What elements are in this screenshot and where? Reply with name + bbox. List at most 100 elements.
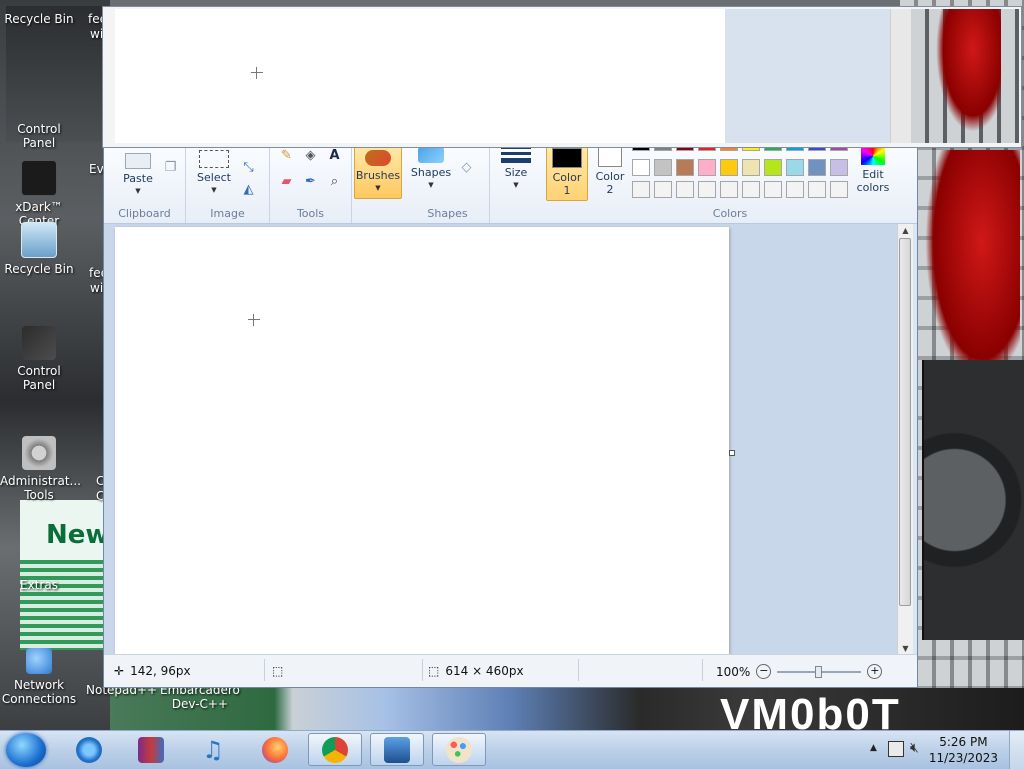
palette-swatch[interactable] (764, 159, 782, 176)
rotate-icon[interactable]: ◭ (238, 179, 259, 200)
zoom-out-icon[interactable]: − (756, 664, 772, 679)
shapes-label: Shapes (410, 166, 452, 179)
canvas-size-icon: ⬚ (428, 664, 440, 678)
preview-scrollbar (890, 9, 911, 143)
paint-window: Paste ▼ ❐ Clipboard Select ▼ ⤡ ◭ Image ✎… (103, 144, 918, 688)
palette-swatch[interactable] (808, 159, 826, 176)
fill-shape-icon[interactable]: ◇ (456, 157, 477, 178)
start-button[interactable] (6, 733, 46, 767)
volume-muted-icon[interactable]: 🔇︎ (910, 740, 919, 756)
scrollbar-thumb[interactable] (899, 238, 911, 606)
desktop-icon-xdark-center[interactable]: xDark™ Center (0, 160, 78, 228)
custom-color-slot[interactable] (742, 181, 760, 198)
palette-swatch[interactable] (742, 159, 760, 176)
system-tray: ▲ 🔇︎ 5:26 PM 11/23/2023 (864, 731, 1024, 769)
taskbar-chrome[interactable] (308, 733, 362, 766)
wallpaper-red-figure (925, 150, 1020, 380)
desktop-icon-administrative-tools[interactable]: Administrat... Tools (0, 436, 81, 502)
size-label: Size (504, 166, 528, 179)
text-icon[interactable]: A (324, 145, 345, 166)
taskbar-music[interactable]: ♫ (186, 733, 240, 766)
colors-group: Color 1 Color 2 Edit colors Colors (544, 145, 916, 223)
palette-swatch[interactable] (632, 159, 650, 176)
custom-color-slot[interactable] (632, 181, 650, 198)
desktop-icon-control-panel[interactable]: Control Panel (0, 326, 78, 392)
eraser-icon[interactable]: ▰ (276, 171, 297, 192)
color1-button[interactable]: Color 1 (546, 145, 588, 201)
custom-color-slot[interactable] (654, 181, 672, 198)
desktop-icon-recycle-bin[interactable]: Recycle Bin (0, 222, 78, 276)
custom-color-slot[interactable] (764, 181, 782, 198)
brush-icon (365, 150, 391, 166)
canvas-workspace (104, 224, 903, 656)
custom-color-slot[interactable] (830, 181, 848, 198)
desktop-icon-network-connections[interactable]: Network Connections (0, 648, 78, 706)
partial-icon-label: Ev (89, 162, 104, 176)
taskbar-paint[interactable] (432, 733, 486, 766)
taskbar-winrar[interactable] (124, 733, 178, 766)
pencil-icon[interactable]: ✎ (276, 145, 297, 166)
custom-color-slot[interactable] (808, 181, 826, 198)
taskbar-remote-desktop[interactable] (370, 733, 424, 766)
color2-swatch (598, 147, 622, 167)
internet-explorer-icon (76, 736, 102, 763)
preview-wallpaper (911, 9, 1019, 143)
zoom-slider-thumb[interactable] (815, 665, 823, 678)
show-hidden-icons-icon[interactable]: ▲ (870, 743, 877, 753)
drawing-canvas[interactable] (115, 227, 729, 656)
custom-color-slot[interactable] (676, 181, 694, 198)
brushes-button[interactable]: Brushes ▼ (354, 145, 402, 199)
clipboard-group-label: Clipboard (118, 207, 171, 220)
palette-swatch[interactable] (654, 159, 672, 176)
crosshair-cursor (248, 314, 260, 326)
show-desktop-button[interactable] (1009, 731, 1024, 769)
size-button[interactable]: Size ▼ (496, 147, 536, 192)
color2-button[interactable]: Color 2 (590, 145, 630, 196)
chevron-down-icon: ▼ (513, 181, 519, 189)
winrar-icon (138, 736, 164, 763)
paste-button[interactable]: Paste ▼ (118, 153, 158, 198)
clock[interactable]: 5:26 PM 11/23/2023 (929, 734, 998, 766)
resize-handle-right[interactable] (729, 450, 735, 456)
vertical-scrollbar[interactable]: ▲ ▼ (897, 224, 913, 656)
palette-swatch[interactable] (698, 159, 716, 176)
taskbar-internet-explorer[interactable] (62, 733, 116, 766)
desktop-icon-label: Network Connections (1, 678, 77, 706)
chevron-down-icon: ▼ (428, 181, 434, 189)
selection-icon: ⬚ (272, 664, 284, 678)
paste-label: Paste (123, 172, 153, 185)
custom-color-slot[interactable] (786, 181, 804, 198)
custom-color-slot[interactable] (698, 181, 716, 198)
fill-icon[interactable]: ◈ (300, 145, 321, 166)
scroll-up-icon[interactable]: ▲ (898, 224, 913, 238)
preview-workspace (725, 9, 891, 143)
copy-icon[interactable]: ❐ (160, 157, 181, 178)
wallpaper-speaker (922, 360, 1024, 640)
zoom-slider[interactable] (777, 665, 862, 678)
palette-swatch[interactable] (786, 159, 804, 176)
zoom-in-icon[interactable]: + (867, 664, 883, 679)
shapes-button[interactable]: Shapes ▼ (408, 147, 454, 192)
palette-swatch[interactable] (830, 159, 848, 176)
cursor-position-text: 142, 96px (130, 664, 191, 678)
preview-window (102, 6, 1022, 148)
desktop-icon-label: Control Panel (17, 364, 61, 392)
edit-colors-label: Edit colors (856, 168, 890, 194)
size-group: Size ▼ (490, 145, 540, 223)
network-status-icon[interactable] (888, 741, 904, 757)
taskbar-firefox[interactable] (248, 733, 302, 766)
firefox-icon (262, 736, 288, 763)
magnifier-icon[interactable]: ⌕ (324, 171, 345, 192)
custom-color-slot[interactable] (720, 181, 738, 198)
select-button[interactable]: Select ▼ (194, 150, 234, 197)
paint-icon (446, 736, 472, 763)
image-group-label: Image (210, 207, 245, 220)
zoom-level: 100% (716, 664, 751, 679)
edit-colors-button[interactable]: Edit colors (850, 145, 896, 194)
color-picker-icon[interactable]: ✒ (300, 171, 321, 192)
palette-swatch[interactable] (720, 159, 738, 176)
resize-icon[interactable]: ⤡ (238, 157, 259, 178)
clock-date: 11/23/2023 (928, 751, 998, 765)
desktop-icon-extras[interactable]: Extras (0, 578, 78, 592)
palette-swatch[interactable] (676, 159, 694, 176)
